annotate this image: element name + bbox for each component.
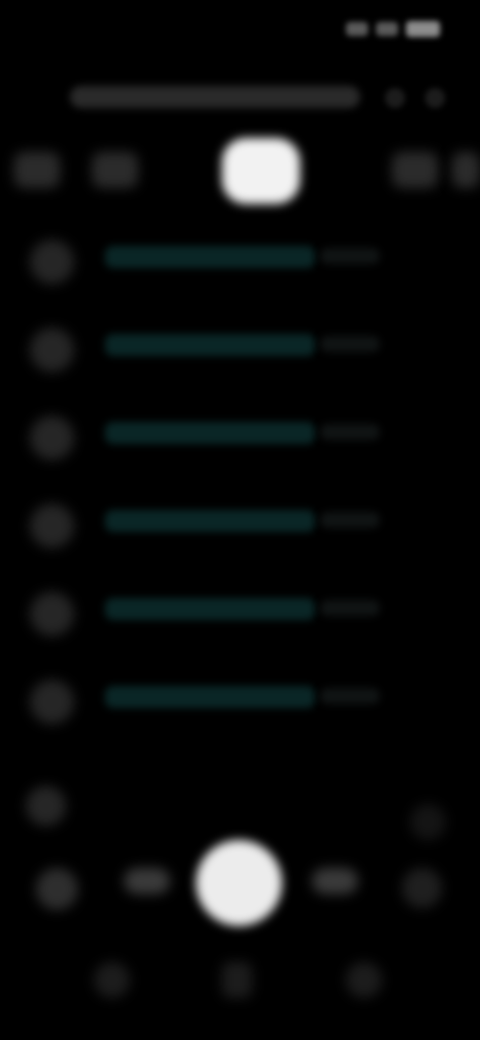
list-item-icon xyxy=(30,416,74,460)
control-icon-2[interactable] xyxy=(124,868,170,894)
list-item[interactable] xyxy=(0,308,480,388)
signal-icon xyxy=(346,22,368,36)
list-item-meta xyxy=(320,512,380,528)
tab-icon-1[interactable] xyxy=(14,152,60,188)
list-item-icon xyxy=(30,504,74,548)
list-item-icon xyxy=(30,592,74,636)
tab-icon-4[interactable] xyxy=(392,152,438,188)
recents-icon[interactable] xyxy=(346,962,382,998)
list-item-meta xyxy=(320,336,380,352)
bottom-panel xyxy=(0,770,480,1040)
list-item-label xyxy=(105,598,315,620)
top-tab-bar xyxy=(0,130,480,210)
list-item-icon xyxy=(30,680,74,724)
system-nav-bar xyxy=(0,940,480,1010)
status-time xyxy=(30,14,120,44)
control-icon-4[interactable] xyxy=(312,868,358,894)
control-row xyxy=(0,830,480,940)
list-item-label xyxy=(105,246,315,268)
list-item-icon xyxy=(30,240,74,284)
list-item[interactable] xyxy=(0,484,480,564)
back-icon[interactable] xyxy=(94,962,130,998)
list-item-label xyxy=(105,422,315,444)
mic-icon[interactable] xyxy=(385,88,405,108)
control-icon-1[interactable] xyxy=(36,868,78,910)
list-item[interactable] xyxy=(0,660,480,740)
list-item-meta xyxy=(320,424,380,440)
main-action-button[interactable] xyxy=(196,840,282,926)
list-item-icon xyxy=(30,328,74,372)
search-input[interactable] xyxy=(70,86,360,108)
tab-icon-active[interactable] xyxy=(222,138,300,204)
tab-icon-2[interactable] xyxy=(92,152,138,188)
list-item-meta xyxy=(320,248,380,264)
list-item[interactable] xyxy=(0,220,480,300)
list-item[interactable] xyxy=(0,572,480,652)
bottom-left-icon[interactable] xyxy=(26,786,66,826)
search-row xyxy=(60,78,460,118)
list-item[interactable] xyxy=(0,396,480,476)
list-item-label xyxy=(105,686,315,708)
more-icon[interactable] xyxy=(425,88,445,108)
list-item-meta xyxy=(320,600,380,616)
status-bar xyxy=(0,0,480,60)
control-icon-5[interactable] xyxy=(402,868,442,908)
tab-icon-5[interactable] xyxy=(452,152,480,188)
battery-icon xyxy=(406,21,440,37)
list-item-label xyxy=(105,334,315,356)
wifi-icon xyxy=(376,22,398,36)
item-list xyxy=(0,220,480,750)
list-item-label xyxy=(105,510,315,532)
status-icons xyxy=(330,16,440,42)
home-icon[interactable] xyxy=(222,962,252,998)
list-item-meta xyxy=(320,688,380,704)
